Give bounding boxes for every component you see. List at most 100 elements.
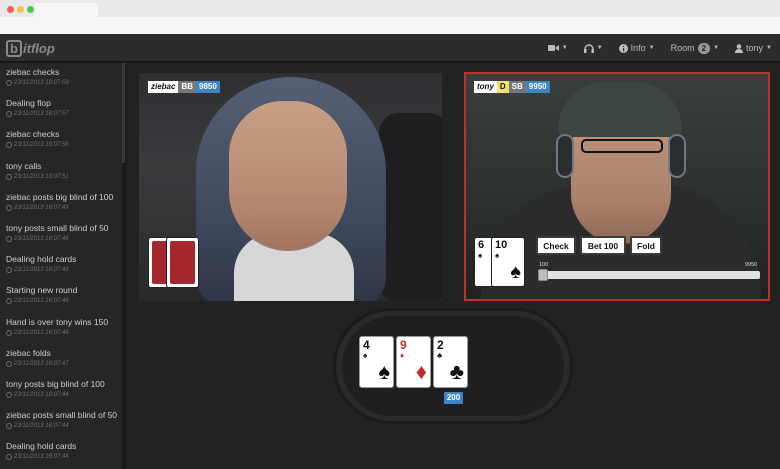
card-rank: 4: [363, 338, 370, 352]
top-navbar: b itflop ▼ ▼ Info ▼ Room 2 ▼ tony ▼: [0, 34, 780, 62]
club-icon: ♣: [437, 351, 443, 360]
headphone-shape: [556, 134, 574, 178]
log-timestamp: 23/11/2013 18:07:47: [6, 360, 116, 367]
clock-icon: [6, 298, 12, 305]
log-text: Starting new round: [6, 285, 78, 296]
clock-icon: [6, 423, 12, 430]
log-time-text: 23/11/2013 18:07:48: [14, 298, 69, 305]
pot-badge: 200: [444, 392, 463, 404]
log-timestamp: 23/11/2013 18:07:44: [6, 454, 116, 461]
log-text: ziebac checks: [6, 67, 60, 77]
spade-icon: ♠: [378, 359, 390, 384]
log-text: tony posts big blind of 100: [6, 378, 105, 389]
sidebar-scrollbar[interactable]: [122, 63, 125, 163]
log-text: ziebac posts big blind of 100: [6, 191, 114, 202]
log-item: ziebac checks 23/11/2013 18:07:59: [0, 63, 122, 94]
log-time-text: 23/11/2013 18:07:49: [14, 329, 69, 336]
spade-icon: ♠: [478, 251, 483, 260]
log-time-text: 23/11/2013 18:07:48: [14, 235, 69, 242]
card-rank: 9: [400, 338, 407, 352]
brand-letter: b: [6, 39, 22, 57]
log-timestamp: 23/11/2013 18:07:48: [6, 298, 116, 305]
board-card-1: 4 ♠ ♠: [359, 336, 394, 388]
fold-button[interactable]: Fold: [630, 236, 662, 255]
glasses-shape: [581, 139, 663, 153]
log-item: tony posts big blind of 100 23/11/2013 18…: [0, 375, 122, 406]
opponent-card-back: [166, 237, 199, 288]
audio-menu[interactable]: ▼: [583, 43, 603, 53]
brand-logo[interactable]: b itflop: [6, 38, 55, 58]
log-text: tony calls: [6, 160, 42, 171]
log-text: Dealing hold cards: [6, 441, 77, 452]
log-time-text: 23/11/2013 18:07:44: [14, 423, 69, 430]
clock-icon: [6, 454, 12, 461]
chevron-down-icon: ▼: [766, 45, 772, 51]
log-timestamp: 23/11/2013 18:07:48: [6, 235, 116, 242]
bet-button[interactable]: Bet 100: [580, 236, 626, 255]
log-time-text: 23/11/2013 18:07:56: [14, 142, 69, 149]
hero-stack: 9950: [525, 81, 550, 93]
slider-max-label: 9950: [745, 262, 758, 268]
log-text: Dealing hold cards: [6, 254, 77, 265]
bet-slider-handle[interactable]: [538, 269, 548, 281]
clock-icon: [6, 360, 12, 367]
log-time-text: 23/11/2013 18:07:49: [14, 204, 69, 211]
user-icon: [735, 43, 744, 53]
spade-icon: ♠: [363, 351, 368, 360]
room-menu[interactable]: Room 2 ▼: [670, 42, 719, 54]
hero-name: tony: [474, 81, 497, 93]
log-item: Dealing flop 23/11/2013 18:07:57: [0, 94, 122, 125]
headphone-shape: [668, 134, 686, 178]
room-label: Room: [670, 43, 695, 53]
info-label: Info: [630, 43, 646, 53]
chevron-down-icon: ▼: [561, 45, 568, 51]
log-item: ziebac folds 23/11/2013 18:07:47: [0, 344, 122, 375]
opponent-tag: ziebac BB 9850: [148, 81, 220, 93]
cap-shape: [558, 82, 682, 137]
log-item: tony calls 23/11/2013 18:07:51: [0, 157, 122, 188]
headphones-icon: [583, 43, 594, 53]
log-time-text: 23/11/2013 18:07:47: [14, 360, 69, 367]
log-item: ziebac checks 23/11/2013 18:07:56: [0, 125, 122, 156]
window-close-button[interactable]: [7, 6, 14, 13]
clock-icon: [6, 235, 12, 242]
log-text: ziebac folds: [6, 347, 51, 358]
clock-icon: [6, 391, 12, 398]
club-icon: ♣: [449, 359, 464, 384]
room-count-badge: 2: [697, 42, 711, 54]
clock-icon: [6, 267, 12, 274]
face-shape: [229, 101, 347, 251]
log-timestamp: 23/11/2013 18:07:49: [6, 329, 116, 336]
hero-card-2: 10 ♠ ♠: [491, 237, 525, 287]
log-text: Hand is over tony wins 150: [6, 316, 109, 327]
log-text: Dealing flop: [6, 98, 51, 109]
video-menu[interactable]: ▼: [547, 44, 568, 52]
clock-icon: [6, 142, 12, 149]
log-time-text: 23/11/2013 18:07:44: [14, 454, 69, 461]
log-item: Dealing hold cards 23/11/2013 18:07:44: [0, 437, 122, 468]
clock-icon: [6, 111, 12, 118]
chevron-down-icon: ▼: [596, 45, 603, 51]
log-item: ziebac posts big blind of 100 23/11/2013 …: [0, 188, 122, 219]
info-menu[interactable]: Info ▼: [618, 43, 655, 53]
user-menu[interactable]: tony ▼: [735, 43, 772, 53]
hero-tag: tony D SB 9950: [474, 81, 550, 93]
log-timestamp: 23/11/2013 18:07:56: [6, 142, 116, 149]
brand-name: itflop: [23, 40, 55, 56]
window-minimize-button[interactable]: [17, 6, 24, 13]
log-time-text: 23/11/2013 18:07:48: [14, 267, 69, 274]
window-maximize-button[interactable]: [27, 6, 34, 13]
log-timestamp: 23/11/2013 18:07:44: [6, 391, 116, 398]
card-rank: 10: [495, 239, 508, 251]
log-item: Dealing hold cards 23/11/2013 18:07:48: [0, 250, 122, 281]
hero-position: SB: [508, 81, 526, 93]
card-rank: 2: [437, 338, 444, 352]
log-timestamp: 23/11/2013 18:07:49: [6, 204, 116, 211]
browser-tab[interactable]: [34, 3, 98, 18]
bet-slider-track[interactable]: [538, 271, 760, 279]
check-button[interactable]: Check: [536, 236, 576, 255]
spade-icon: ♠: [495, 251, 500, 260]
user-name: tony: [746, 43, 764, 53]
log-time-text: 23/11/2013 18:07:44: [14, 391, 69, 398]
opponent-stack: 9850: [196, 81, 220, 93]
